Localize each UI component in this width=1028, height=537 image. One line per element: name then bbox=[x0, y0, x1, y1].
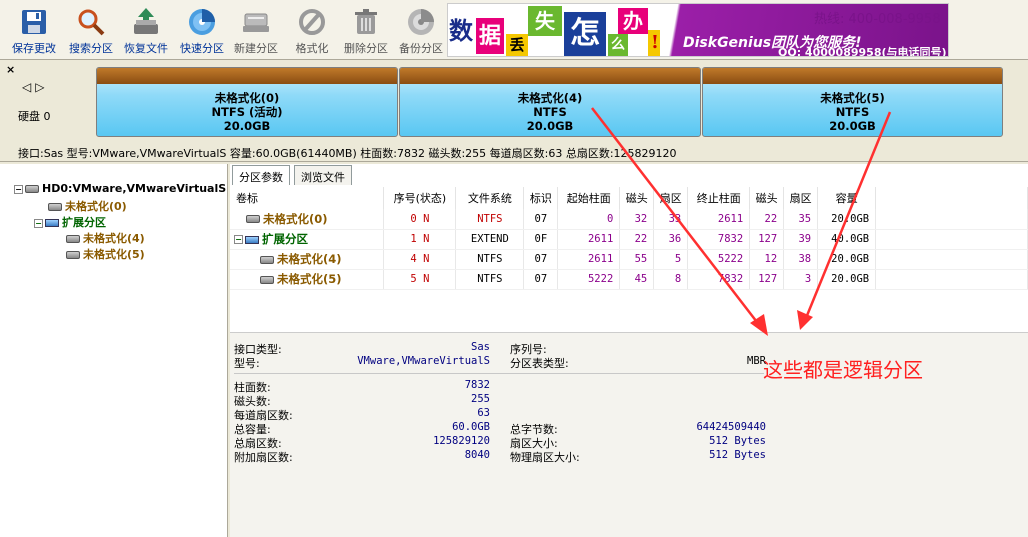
disk-tree: − HD0:VMware,VMwareVirtualS 未格式化(0) − 扩展分区… bbox=[0, 164, 228, 537]
column-header[interactable]: 终止柱面 bbox=[687, 187, 751, 209]
table-row[interactable]: 未格式化(4) 4 N NTFS 07 2611 55 5 5222 12 38… bbox=[230, 249, 1028, 270]
collapse-icon[interactable]: − bbox=[14, 184, 23, 194]
tree-item-extended[interactable]: − 扩展分区 bbox=[34, 214, 106, 230]
new-partition-button[interactable]: 新建分区 bbox=[228, 6, 284, 58]
column-header[interactable]: 扇区 bbox=[783, 187, 819, 209]
banner-char: 么 bbox=[608, 34, 628, 56]
banner-char: 据 bbox=[476, 18, 504, 54]
save-icon bbox=[22, 10, 46, 34]
trash-icon bbox=[355, 9, 377, 34]
disk-info-line: 接口:Sas 型号:VMware,VMwareVirtualS 容量:60.0G… bbox=[18, 147, 677, 160]
format-button[interactable]: 格式化 bbox=[284, 6, 340, 58]
delete-partition-button[interactable]: 删除分区 bbox=[338, 6, 394, 58]
tree-item-partition-4[interactable]: 未格式化(4) bbox=[66, 230, 145, 246]
tab-browse-files[interactable]: 浏览文件 bbox=[294, 165, 352, 185]
recover-files-button[interactable]: 恢复文件 bbox=[118, 6, 174, 58]
search-partition-button[interactable]: 搜索分区 bbox=[63, 6, 119, 58]
table-header-row: 卷标 序号(状态) 文件系统 标识 起始柱面 磁头 扇区 终止柱面 磁头 扇区 … bbox=[230, 187, 1028, 209]
banner-char: 怎 bbox=[564, 12, 606, 56]
table-row[interactable]: 未格式化(5) 5 N NTFS 07 5222 45 8 7832 127 3… bbox=[230, 269, 1028, 290]
magnifier-icon bbox=[78, 9, 105, 36]
partition-icon bbox=[66, 251, 80, 259]
banner-char: 丢 bbox=[506, 34, 528, 56]
arrow-right-icon[interactable]: ▷ bbox=[35, 80, 48, 94]
column-header[interactable]: 起始柱面 bbox=[557, 187, 621, 209]
backup-partition-button[interactable]: 备份分区 bbox=[393, 6, 449, 58]
table-row[interactable]: 未格式化(0) 0 N NTFS 07 0 32 33 2611 22 35 2… bbox=[230, 209, 1028, 230]
quick-partition-button[interactable]: 快速分区 bbox=[174, 6, 230, 58]
banner-qq: QQ: 4000089958(与电话同号) bbox=[778, 46, 947, 57]
format-icon bbox=[299, 9, 325, 35]
backup-disk-icon bbox=[408, 9, 434, 35]
column-header[interactable]: 磁头 bbox=[619, 187, 655, 209]
disk-label: 硬盘 0 bbox=[18, 110, 51, 123]
partition-icon bbox=[66, 235, 80, 243]
save-changes-button[interactable]: 保存更改 bbox=[6, 6, 62, 58]
column-header[interactable]: 序号(状态) bbox=[383, 187, 457, 209]
advertisement-banner[interactable]: 数 据 丢 失 怎 么 办 ! DiskGenius团队为您服务! 热线: 40… bbox=[447, 3, 949, 57]
column-header[interactable]: 卷标 bbox=[230, 187, 385, 209]
banner-char: 数 bbox=[448, 6, 474, 56]
tree-item-partition-0[interactable]: 未格式化(0) bbox=[48, 198, 127, 214]
partition-block-0[interactable]: 未格式化(0) NTFS (活动) 20.0GB bbox=[96, 67, 398, 137]
tree-root-hd0[interactable]: − HD0:VMware,VMwareVirtualS bbox=[14, 182, 226, 195]
annotation-text: 这些都是逻辑分区 bbox=[763, 358, 923, 382]
extended-partition-icon bbox=[245, 235, 259, 244]
disk-partition-icon bbox=[189, 9, 215, 35]
tree-item-partition-5[interactable]: 未格式化(5) bbox=[66, 246, 145, 262]
partition-block-5[interactable]: 未格式化(5) NTFS 20.0GB bbox=[702, 67, 1003, 137]
toolbar: 保存更改 搜索分区 恢复文件 快速分区 新建分区 格式化 删除分区 备份分区 数… bbox=[0, 0, 1028, 60]
partition-icon bbox=[48, 203, 62, 211]
column-header[interactable]: 磁头 bbox=[749, 187, 785, 209]
partition-block-4[interactable]: 未格式化(4) NTFS 20.0GB bbox=[399, 67, 701, 137]
column-header[interactable]: 标识 bbox=[523, 187, 559, 209]
column-header[interactable]: 扇区 bbox=[653, 187, 689, 209]
tab-partition-params[interactable]: 分区参数 bbox=[232, 165, 290, 185]
hard-disk-icon bbox=[25, 185, 39, 193]
close-icon[interactable]: × bbox=[6, 63, 15, 76]
partition-icon bbox=[260, 255, 274, 264]
banner-char: 失 bbox=[528, 6, 562, 36]
table-row[interactable]: − 扩展分区 1 N EXTEND 0F 2611 22 36 7832 127 … bbox=[230, 229, 1028, 250]
partition-table: 卷标 序号(状态) 文件系统 标识 起始柱面 磁头 扇区 终止柱面 磁头 扇区 … bbox=[230, 187, 1028, 290]
partition-icon bbox=[260, 275, 274, 284]
collapse-icon[interactable]: − bbox=[34, 218, 43, 228]
arrow-left-icon[interactable]: ◁ bbox=[22, 80, 35, 94]
partition-icon bbox=[246, 215, 260, 224]
extended-partition-icon bbox=[45, 219, 59, 227]
banner-char: 办 bbox=[618, 8, 648, 34]
recover-file-icon bbox=[134, 8, 158, 34]
new-partition-icon bbox=[243, 13, 269, 32]
collapse-icon[interactable]: − bbox=[234, 235, 243, 244]
banner-phone: 热线: 400-008-9958 bbox=[814, 12, 941, 27]
disk-nav-arrows[interactable]: ◁▷ bbox=[22, 80, 48, 94]
column-header[interactable]: 文件系统 bbox=[455, 187, 525, 209]
column-header[interactable]: 容量 bbox=[817, 187, 877, 209]
